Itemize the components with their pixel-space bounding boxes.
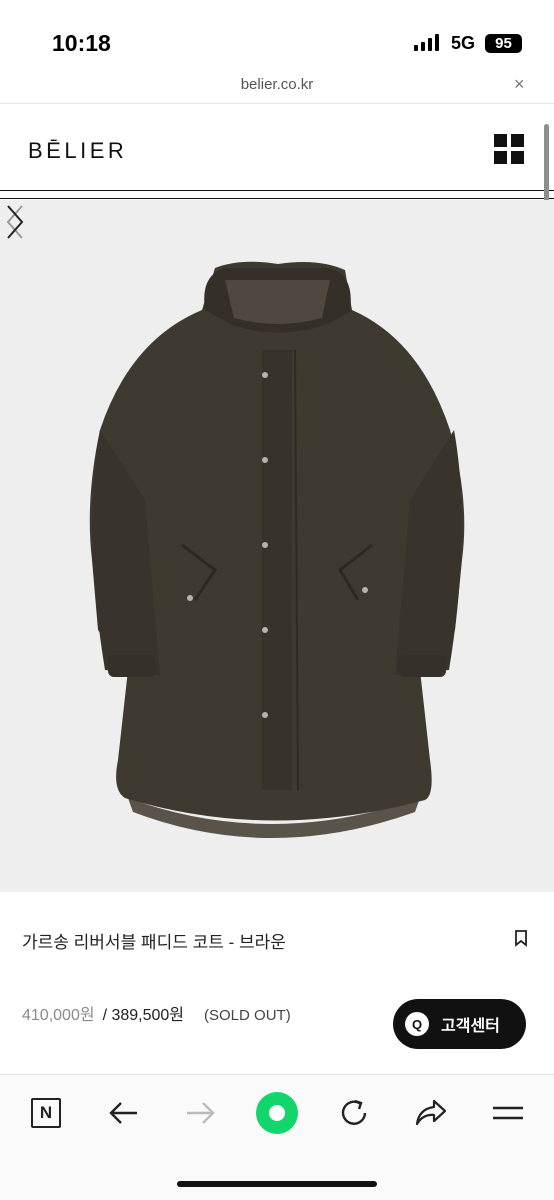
question-icon: Q xyxy=(405,1012,429,1036)
close-icon[interactable]: × xyxy=(514,74,525,95)
grid-menu-icon[interactable] xyxy=(494,134,524,164)
site-logo[interactable]: BĒLIER xyxy=(28,138,127,164)
back-button[interactable] xyxy=(105,1095,141,1131)
status-time: 10:18 xyxy=(52,30,111,56)
hamburger-menu-icon xyxy=(493,1106,523,1120)
bookmark-icon[interactable] xyxy=(514,930,528,947)
url-bar[interactable]: belier.co.kr × xyxy=(0,72,554,104)
product-image[interactable] xyxy=(0,200,554,892)
reload-icon xyxy=(341,1099,367,1125)
network-type: 5G xyxy=(451,33,476,53)
share-icon xyxy=(415,1099,447,1126)
sold-out-badge: (SOLD OUT) xyxy=(204,1007,291,1024)
customer-service-label: 고객센터 xyxy=(441,1018,500,1035)
home-indicator[interactable] xyxy=(177,1181,377,1187)
naver-home-button[interactable]: N xyxy=(28,1095,64,1131)
forward-button[interactable] xyxy=(183,1095,219,1131)
menu-button[interactable] xyxy=(490,1095,526,1131)
original-price: 410,000원 xyxy=(22,1007,95,1024)
naver-icon: N xyxy=(31,1098,61,1128)
status-bar: 10:18 5G 95 xyxy=(0,0,554,72)
green-dot-button[interactable] xyxy=(256,1092,298,1134)
customer-service-button[interactable]: Q 고객센터 xyxy=(393,999,526,1049)
site-header: BĒLIER xyxy=(0,104,554,200)
padded-coat-image xyxy=(89,261,465,838)
share-button[interactable] xyxy=(413,1095,449,1131)
header-divider xyxy=(0,198,554,199)
next-arrow-icon[interactable] xyxy=(0,200,30,244)
green-circle-icon xyxy=(256,1092,298,1134)
forward-arrow-icon xyxy=(187,1102,215,1124)
header-divider xyxy=(0,190,554,191)
sale-price: / 389,500원 xyxy=(102,1007,185,1024)
price-row: 410,000원 / 389,500원 (SOLD OUT) xyxy=(22,1001,291,1025)
back-arrow-icon xyxy=(109,1102,137,1124)
url-text[interactable]: belier.co.kr xyxy=(0,76,554,93)
signal-icon xyxy=(414,33,439,51)
reload-button[interactable] xyxy=(336,1095,372,1131)
product-title: 가르송 리버서블 패디드 코트 - 브라운 xyxy=(22,933,286,952)
battery-icon: 95 xyxy=(485,34,522,53)
